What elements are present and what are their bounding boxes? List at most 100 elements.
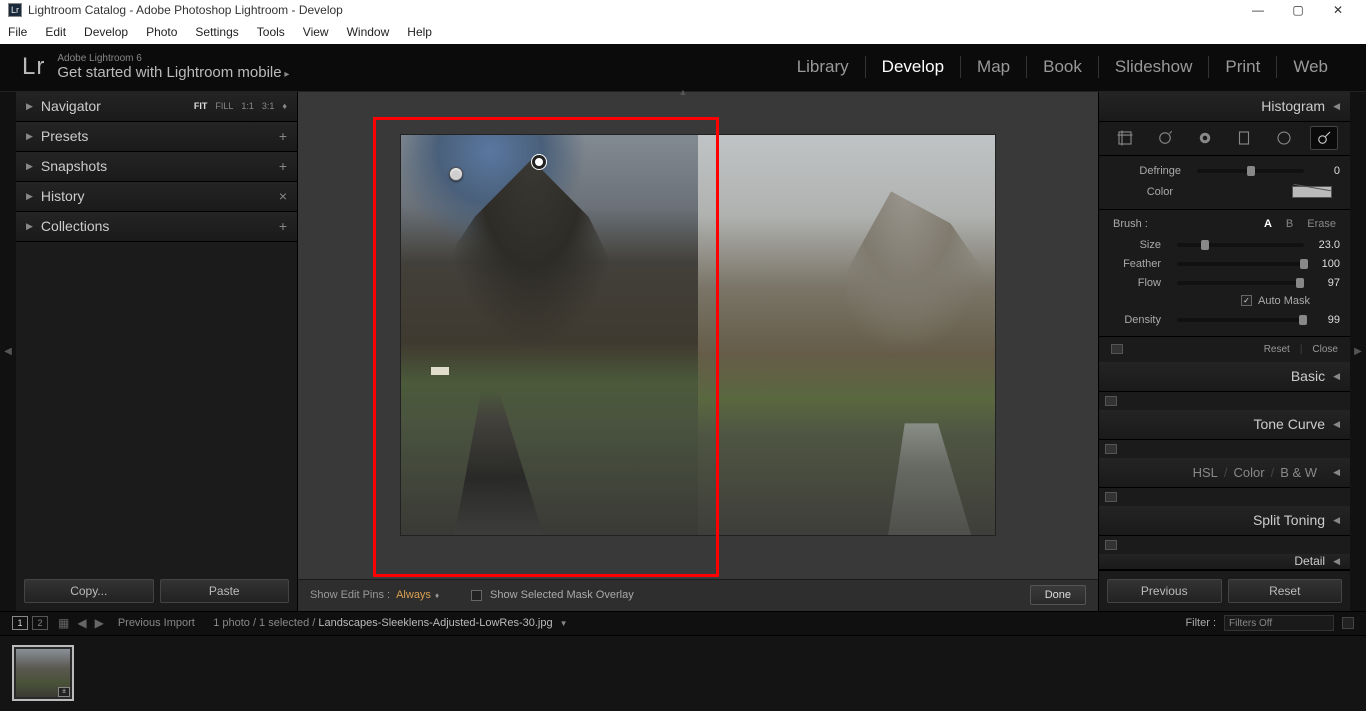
snapshots-header[interactable]: ▶ Snapshots + xyxy=(16,152,297,182)
disclosure-triangle-icon: ▶ xyxy=(26,131,33,142)
disclosure-triangle-icon: ▶ xyxy=(26,161,33,172)
previous-button[interactable]: Previous xyxy=(1107,579,1222,603)
left-edge-toggle[interactable]: ◀ xyxy=(0,92,16,611)
bw-tab[interactable]: B & W xyxy=(1280,465,1317,480)
filter-dropdown[interactable]: Filters Off xyxy=(1224,615,1334,631)
source-label[interactable]: Previous Import xyxy=(118,617,195,629)
zoom-1to1[interactable]: 1:1 xyxy=(241,101,254,111)
filter-label: Filter : xyxy=(1185,617,1216,629)
menu-help[interactable]: Help xyxy=(407,25,432,39)
panel-switch-icon[interactable] xyxy=(1105,444,1117,454)
module-library[interactable]: Library xyxy=(781,56,865,78)
panel-switch-icon[interactable] xyxy=(1111,344,1123,354)
presets-header[interactable]: ▶ Presets + xyxy=(16,122,297,152)
menu-file[interactable]: File xyxy=(8,25,27,39)
radial-tool-icon[interactable] xyxy=(1270,126,1298,150)
thumbnail-badge-icon: ± xyxy=(58,687,70,697)
brush-a[interactable]: A xyxy=(1264,218,1272,230)
color-swatch[interactable] xyxy=(1292,186,1332,198)
brush-erase[interactable]: Erase xyxy=(1307,218,1336,230)
nav-back-icon[interactable]: ◀ xyxy=(77,616,86,630)
module-print[interactable]: Print xyxy=(1208,56,1276,78)
brush-reset-link[interactable]: Reset xyxy=(1264,344,1290,355)
panel-switch-icon[interactable] xyxy=(1105,492,1117,502)
disclosure-triangle-icon: ◀ xyxy=(1333,419,1340,430)
mask-overlay-label: Show Selected Mask Overlay xyxy=(490,589,634,601)
menu-window[interactable]: Window xyxy=(347,25,390,39)
nav-forward-icon[interactable]: ▶ xyxy=(95,616,104,630)
maximize-button[interactable]: ▢ xyxy=(1278,3,1318,17)
filmstrip-header: 1 2 ▦ ◀ ▶ Previous Import 1 photo / 1 se… xyxy=(0,611,1366,636)
module-map[interactable]: Map xyxy=(960,56,1026,78)
zoom-menu-icon[interactable]: ♦ xyxy=(282,101,287,111)
feather-slider[interactable] xyxy=(1177,262,1304,266)
menu-develop[interactable]: Develop xyxy=(84,25,128,39)
reset-button[interactable]: Reset xyxy=(1228,579,1343,603)
navigator-header[interactable]: ▶ Navigator FIT FILL 1:1 3:1 ♦ xyxy=(16,92,297,122)
split-toning-header[interactable]: Split Toning ◀ xyxy=(1099,506,1350,536)
defringe-slider[interactable] xyxy=(1197,169,1304,173)
mask-overlay-checkbox[interactable] xyxy=(471,590,482,601)
brush-tool-icon[interactable] xyxy=(1310,126,1338,150)
crop-tool-icon[interactable] xyxy=(1111,126,1139,150)
secondary-display-button[interactable]: 2 xyxy=(32,616,48,630)
done-button[interactable]: Done xyxy=(1030,585,1086,605)
color-tab[interactable]: Color xyxy=(1234,465,1265,480)
size-slider[interactable] xyxy=(1177,243,1304,247)
add-collection-icon[interactable]: + xyxy=(279,218,287,234)
copy-button[interactable]: Copy... xyxy=(24,579,154,603)
add-snapshot-icon[interactable]: + xyxy=(279,158,287,174)
add-preset-icon[interactable]: + xyxy=(279,128,287,144)
collections-header[interactable]: ▶ Collections + xyxy=(16,212,297,242)
minimize-button[interactable]: — xyxy=(1238,3,1278,17)
module-web[interactable]: Web xyxy=(1276,56,1344,78)
grid-view-icon[interactable]: ▦ xyxy=(58,616,69,630)
identity-line2[interactable]: Get started with Lightroom mobile xyxy=(57,64,289,81)
redeye-tool-icon[interactable] xyxy=(1191,126,1219,150)
tone-curve-header[interactable]: Tone Curve ◀ xyxy=(1099,410,1350,440)
filter-lock-icon[interactable] xyxy=(1342,617,1354,629)
module-develop[interactable]: Develop xyxy=(865,56,960,78)
current-filename: Landscapes-Sleeklens-Adjusted-LowRes-30.… xyxy=(318,617,552,629)
density-slider[interactable] xyxy=(1177,318,1304,322)
menu-photo[interactable]: Photo xyxy=(146,25,177,39)
spot-tool-icon[interactable] xyxy=(1151,126,1179,150)
history-header[interactable]: ▶ History × xyxy=(16,182,297,212)
module-slideshow[interactable]: Slideshow xyxy=(1098,56,1209,78)
gradient-tool-icon[interactable] xyxy=(1230,126,1258,150)
defringe-label: Defringe xyxy=(1109,165,1189,177)
flow-slider[interactable] xyxy=(1177,281,1304,285)
menu-settings[interactable]: Settings xyxy=(195,25,238,39)
brush-b[interactable]: B xyxy=(1286,218,1293,230)
detail-label: Detail xyxy=(1294,554,1325,568)
filmstrip-thumbnail[interactable]: ± xyxy=(12,645,74,701)
adjustment-pin[interactable] xyxy=(449,167,463,181)
adjustment-pin-active[interactable] xyxy=(532,155,546,169)
hsl-header[interactable]: HSL/ Color/ B & W ◀ xyxy=(1099,458,1350,488)
close-button[interactable]: ✕ xyxy=(1318,3,1358,17)
paste-button[interactable]: Paste xyxy=(160,579,290,603)
menu-tools[interactable]: Tools xyxy=(257,25,285,39)
zoom-fit[interactable]: FIT xyxy=(194,101,208,111)
zoom-3to1[interactable]: 3:1 xyxy=(262,101,275,111)
flow-label: Flow xyxy=(1109,277,1169,289)
show-edit-pins-dropdown[interactable]: Always xyxy=(396,589,431,601)
detail-header[interactable]: Detail ◀ xyxy=(1099,554,1350,570)
basic-header[interactable]: Basic ◀ xyxy=(1099,362,1350,392)
panel-switch-icon[interactable] xyxy=(1105,540,1117,550)
brush-close-link[interactable]: Close xyxy=(1312,344,1338,355)
panel-switch-icon[interactable] xyxy=(1105,396,1117,406)
automask-checkbox[interactable]: ✓ xyxy=(1241,295,1252,306)
clear-history-icon[interactable]: × xyxy=(279,188,287,204)
path-dropdown-icon[interactable]: ▼ xyxy=(560,619,568,628)
right-edge-toggle[interactable]: ▶ xyxy=(1350,92,1366,611)
menu-view[interactable]: View xyxy=(303,25,329,39)
hsl-tab[interactable]: HSL xyxy=(1193,465,1218,480)
histogram-header[interactable]: Histogram ◀ xyxy=(1099,92,1350,122)
filmstrip[interactable]: ± xyxy=(0,636,1366,711)
zoom-fill[interactable]: FILL xyxy=(215,101,233,111)
menu-edit[interactable]: Edit xyxy=(45,25,66,39)
module-book[interactable]: Book xyxy=(1026,56,1098,78)
image-canvas[interactable] xyxy=(401,135,995,535)
primary-display-button[interactable]: 1 xyxy=(12,616,28,630)
